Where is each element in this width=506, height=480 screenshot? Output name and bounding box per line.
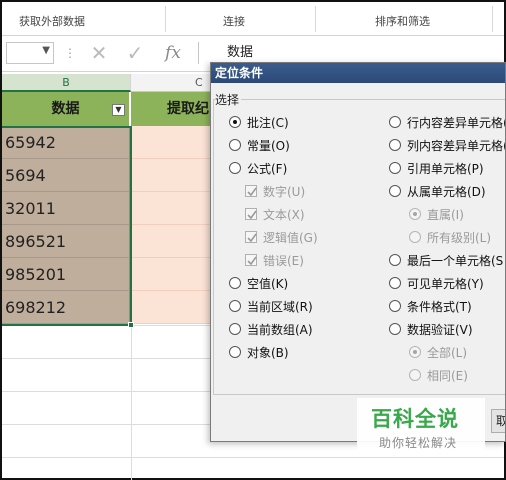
- radio-selected-icon[interactable]: [229, 116, 241, 128]
- option-label: 当前区域(R): [247, 300, 313, 314]
- watermark-title: 百科全说: [371, 407, 459, 431]
- radio-selected-icon[interactable]: [409, 208, 421, 220]
- radio-icon[interactable]: [409, 369, 421, 381]
- extract-cell[interactable]: [131, 192, 211, 225]
- option-label: 可见单元格(Y): [407, 277, 484, 291]
- insert-function-icon[interactable]: fx: [160, 41, 186, 65]
- formula-input[interactable]: 数据: [198, 42, 502, 64]
- option-label: 常量(O): [247, 139, 290, 153]
- option-label: 相同(E): [427, 369, 468, 383]
- option-label: 空值(K): [247, 277, 289, 291]
- dialog-button[interactable]: 取: [491, 409, 505, 433]
- name-box[interactable]: ▼: [6, 42, 54, 64]
- radio-icon[interactable]: [389, 185, 401, 197]
- option-label: 直属(I): [427, 208, 464, 222]
- option-label: 最后一个单元格(S: [407, 254, 504, 268]
- option-label: 对象(B): [247, 346, 289, 360]
- watermark-subtitle: 助你轻松解决: [379, 436, 458, 450]
- ribbon-divider: [315, 6, 316, 32]
- check-label: 逻辑值(G): [263, 231, 318, 245]
- checkbox-checked-icon[interactable]: [245, 254, 257, 266]
- checkbox-checked-icon[interactable]: [245, 208, 257, 220]
- chevron-down-icon[interactable]: ▼: [42, 45, 50, 56]
- option-label: 行内容差异单元格(: [407, 116, 506, 130]
- option-label: 条件格式(T): [407, 300, 472, 314]
- radio-icon[interactable]: [389, 116, 401, 128]
- filter-dropdown-icon[interactable]: ▼: [112, 104, 125, 116]
- option-label: 引用单元格(P): [407, 162, 484, 176]
- more-dots-icon[interactable]: ⋮: [64, 46, 77, 60]
- radio-icon[interactable]: [389, 254, 401, 266]
- header-cell-data[interactable]: 数据 ▼: [2, 92, 130, 126]
- row-gridline: [2, 457, 504, 458]
- radio-icon[interactable]: [389, 323, 401, 335]
- radio-icon[interactable]: [389, 162, 401, 174]
- ribbon-group-sort-filter[interactable]: 排序和筛选: [375, 13, 430, 29]
- check-label: 错误(E): [263, 254, 304, 268]
- dialog-title[interactable]: 定位条件: [211, 63, 505, 83]
- cancel-x-icon[interactable]: ✕: [86, 41, 112, 65]
- option-label: 从属单元格(D): [407, 185, 486, 199]
- radio-icon[interactable]: [229, 323, 241, 335]
- check-label: 数字(U): [263, 185, 306, 199]
- radio-icon[interactable]: [389, 277, 401, 289]
- radio-icon[interactable]: [389, 300, 401, 312]
- column-header-b[interactable]: B: [2, 74, 131, 92]
- selection-border: [2, 126, 132, 326]
- go-to-special-dialog: 定位条件 选择 批注(C) 常量(O) 公式(F) 数字(U) 文本(X) 逻辑…: [210, 62, 506, 442]
- formula-buttons: ✕ ✓ fx: [84, 41, 194, 65]
- ribbon-group-get-external-data[interactable]: 获取外部数据: [19, 13, 85, 29]
- radio-icon[interactable]: [409, 231, 421, 243]
- extract-cell[interactable]: [131, 258, 211, 291]
- radio-selected-icon[interactable]: [409, 346, 421, 358]
- option-label: 所有级别(L): [427, 231, 492, 245]
- option-label: 公式(F): [247, 162, 288, 176]
- option-label: 当前数组(A): [247, 323, 313, 337]
- checkbox-checked-icon[interactable]: [245, 231, 257, 243]
- checkmark-icon[interactable]: ✓: [122, 41, 148, 65]
- extract-cell[interactable]: [131, 159, 211, 192]
- select-group-label: 选择: [215, 91, 242, 108]
- option-label: 数据验证(V): [407, 323, 473, 337]
- watermark-logo: 百科全说 助你轻松解决: [357, 398, 485, 456]
- radio-icon[interactable]: [229, 346, 241, 358]
- radio-icon[interactable]: [229, 277, 241, 289]
- check-label: 文本(X): [263, 208, 305, 222]
- option-label: 全部(L): [427, 346, 468, 360]
- header-cell-extract-label: 提取纪: [167, 101, 209, 117]
- option-label: 列内容差异单元格(: [407, 139, 506, 153]
- ribbon-group-connections[interactable]: 连接: [223, 13, 245, 29]
- header-cell-data-label: 数据: [51, 101, 80, 117]
- extract-cell[interactable]: [131, 291, 211, 324]
- extract-cell[interactable]: [131, 225, 211, 258]
- fill-handle[interactable]: [128, 322, 134, 328]
- ribbon-divider: [492, 6, 493, 32]
- radio-icon[interactable]: [229, 139, 241, 151]
- checkbox-checked-icon[interactable]: [245, 185, 257, 197]
- radio-icon[interactable]: [229, 162, 241, 174]
- ribbon-divider: [165, 6, 166, 32]
- radio-icon[interactable]: [229, 300, 241, 312]
- radio-icon[interactable]: [389, 139, 401, 151]
- ribbon-group-labels: 获取外部数据 连接 排序和筛选: [2, 2, 504, 36]
- extract-cell[interactable]: [131, 126, 211, 159]
- option-label: 批注(C): [247, 116, 289, 130]
